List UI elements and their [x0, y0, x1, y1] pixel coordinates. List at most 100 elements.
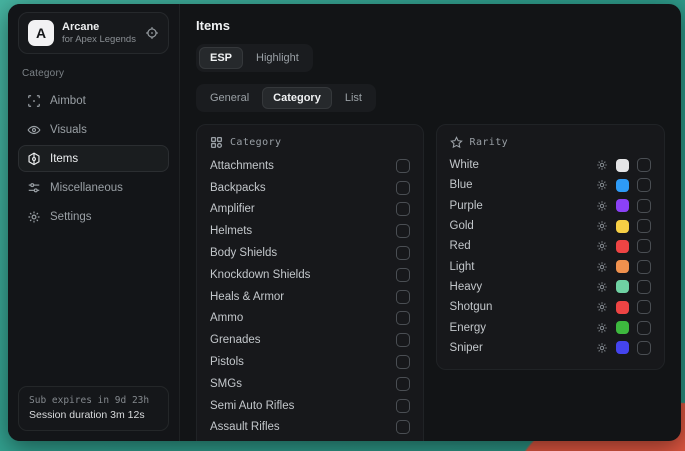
tab-list[interactable]: List: [334, 87, 373, 109]
category-row: Helmets: [210, 220, 410, 242]
category-panel: Category AttachmentsBackpacksAmplifierHe…: [196, 124, 424, 441]
tab-category[interactable]: Category: [262, 87, 332, 109]
subscription-card: Sub expires in 9d 23h Session duration 3…: [18, 386, 169, 431]
category-row: Pistols: [210, 351, 410, 373]
category-row-label: Knockdown Shields: [210, 269, 310, 281]
gear-small-icon[interactable]: [596, 281, 608, 293]
category-row-label: Amplifier: [210, 203, 255, 215]
sidebar-item-label: Visuals: [50, 124, 87, 136]
rarity-checkbox[interactable]: [637, 239, 651, 253]
tab-bar: GeneralCategoryList: [196, 84, 376, 112]
color-swatch[interactable]: [616, 341, 629, 354]
category-row: Knockdown Shields: [210, 264, 410, 286]
color-swatch[interactable]: [616, 199, 629, 212]
sidebar-nav: Aimbot Visuals Items Miscellaneous Settings: [18, 87, 169, 230]
category-checkbox[interactable]: [396, 181, 410, 195]
sidebar-item-label: Miscellaneous: [50, 182, 123, 194]
crosshair-icon: [27, 94, 41, 108]
gear-small-icon[interactable]: [596, 159, 608, 171]
sidebar: A Arcane for Apex Legends Category Aimbo…: [8, 4, 180, 441]
rarity-row-label: Heavy: [450, 281, 483, 293]
category-checkbox[interactable]: [396, 202, 410, 216]
rarity-row-label: Red: [450, 240, 471, 252]
rarity-row: Sniper: [450, 338, 651, 358]
main-content: Items ESPHighlight GeneralCategoryList C…: [180, 4, 681, 441]
gear-icon: [27, 210, 41, 224]
sidebar-item-items[interactable]: Items: [18, 145, 169, 172]
rarity-row-label: Energy: [450, 322, 486, 334]
category-checkbox[interactable]: [396, 224, 410, 238]
category-row-label: Grenades: [210, 334, 261, 346]
category-row: SMGs: [210, 373, 410, 395]
gear-small-icon[interactable]: [596, 301, 608, 313]
rarity-row: Shotgun: [450, 297, 651, 317]
rarity-checkbox[interactable]: [637, 158, 651, 172]
rarity-row: Blue: [450, 175, 651, 195]
color-swatch[interactable]: [616, 179, 629, 192]
rarity-row-label: Light: [450, 261, 475, 273]
color-swatch[interactable]: [616, 301, 629, 314]
color-swatch[interactable]: [616, 159, 629, 172]
sliders-icon: [27, 181, 41, 195]
sidebar-item-settings[interactable]: Settings: [18, 203, 169, 230]
gear-small-icon[interactable]: [596, 240, 608, 252]
category-checkbox[interactable]: [396, 377, 410, 391]
gear-small-icon[interactable]: [596, 261, 608, 273]
rarity-checkbox[interactable]: [637, 178, 651, 192]
sidebar-item-aimbot[interactable]: Aimbot: [18, 87, 169, 114]
color-swatch[interactable]: [616, 260, 629, 273]
category-checkbox[interactable]: [396, 333, 410, 347]
gear-small-icon[interactable]: [596, 342, 608, 354]
rarity-row: Heavy: [450, 277, 651, 297]
rarity-checkbox[interactable]: [637, 321, 651, 335]
tab-general[interactable]: General: [199, 87, 260, 109]
session-duration-text: Session duration 3m 12s: [29, 408, 158, 422]
category-checkbox[interactable]: [396, 399, 410, 413]
category-row-label: Helmets: [210, 225, 252, 237]
color-swatch[interactable]: [616, 280, 629, 293]
category-checkbox[interactable]: [396, 420, 410, 434]
rarity-checkbox[interactable]: [637, 300, 651, 314]
mode-esp[interactable]: ESP: [199, 47, 243, 69]
sidebar-item-label: Settings: [50, 211, 92, 223]
app-window: A Arcane for Apex Legends Category Aimbo…: [8, 4, 681, 441]
category-row: Ammo: [210, 308, 410, 330]
rarity-checkbox[interactable]: [637, 280, 651, 294]
rarity-checkbox[interactable]: [637, 341, 651, 355]
gear-small-icon[interactable]: [596, 179, 608, 191]
color-swatch[interactable]: [616, 220, 629, 233]
category-row: LMGs: [210, 438, 410, 441]
grid-icon: [210, 136, 223, 149]
color-swatch[interactable]: [616, 240, 629, 253]
rarity-checkbox[interactable]: [637, 219, 651, 233]
gear-small-icon[interactable]: [596, 220, 608, 232]
rarity-checkbox[interactable]: [637, 199, 651, 213]
mode-highlight[interactable]: Highlight: [245, 47, 310, 69]
color-swatch[interactable]: [616, 321, 629, 334]
rarity-checkbox[interactable]: [637, 260, 651, 274]
category-checkbox[interactable]: [396, 246, 410, 260]
sidebar-item-miscellaneous[interactable]: Miscellaneous: [18, 174, 169, 201]
rarity-row-label: Gold: [450, 220, 474, 232]
target-icon[interactable]: [145, 26, 159, 40]
gear-small-icon[interactable]: [596, 322, 608, 334]
category-row-label: Semi Auto Rifles: [210, 400, 294, 412]
rarity-row-label: Sniper: [450, 342, 483, 354]
gear-small-icon[interactable]: [596, 200, 608, 212]
category-checkbox[interactable]: [396, 355, 410, 369]
category-row: Semi Auto Rifles: [210, 395, 410, 417]
category-checkbox[interactable]: [396, 311, 410, 325]
category-checkbox[interactable]: [396, 159, 410, 173]
sidebar-item-label: Items: [50, 153, 78, 165]
rarity-row-label: Shotgun: [450, 301, 493, 313]
category-row: Backpacks: [210, 177, 410, 199]
category-checkbox[interactable]: [396, 290, 410, 304]
eye-icon: [27, 123, 41, 137]
app-name: Arcane: [62, 21, 137, 34]
rarity-row-label: Purple: [450, 200, 483, 212]
sidebar-item-visuals[interactable]: Visuals: [18, 116, 169, 143]
category-row-label: SMGs: [210, 378, 242, 390]
category-checkbox[interactable]: [396, 268, 410, 282]
sub-expiry-text: Sub expires in 9d 23h: [29, 394, 158, 408]
category-row: Heals & Armor: [210, 286, 410, 308]
